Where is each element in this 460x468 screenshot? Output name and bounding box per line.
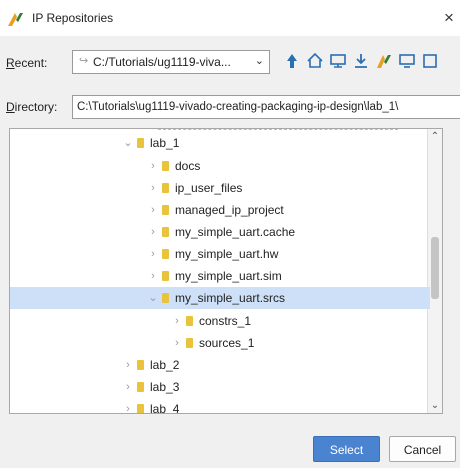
cancel-button[interactable]: Cancel — [389, 436, 456, 462]
directory-tree[interactable]: ⌃ ⌄ ⌄ lab_1 › docs › ip_user_files › managed_ip… — [9, 128, 443, 414]
tree-row-label: my_simple_uart.sim — [175, 269, 282, 283]
chevron-right-icon[interactable]: › — [148, 225, 158, 239]
tree-row-label: my_simple_uart.cache — [175, 225, 296, 239]
folder-icon — [162, 205, 169, 215]
chevron-down-icon[interactable]: ⌄ — [255, 54, 264, 67]
title-bar: IP Repositories × — [0, 0, 460, 36]
tree-row[interactable]: › managed_ip_project — [10, 199, 430, 221]
chevron-right-icon[interactable]: › — [148, 269, 158, 283]
folder-icon — [137, 360, 144, 370]
scroll-up-icon[interactable]: ⌃ — [428, 131, 442, 142]
tree-row-label: constrs_1 — [199, 314, 252, 328]
directory-value: C:\Tutorials\ug1119-vivado-creating-pack… — [77, 101, 399, 113]
tree-row[interactable]: › sources_1 — [10, 332, 430, 354]
new-folder-icon[interactable] — [420, 51, 440, 71]
tree-row[interactable]: ⌄ lab_1 — [10, 132, 430, 154]
close-icon: × — [444, 8, 454, 27]
ip-repositories-dialog: IP Repositories × Recent: ↪ C:/Tutorials… — [0, 0, 460, 468]
recent-value: C:/Tutorials/ug1119-viva... — [93, 55, 231, 69]
tree-row-label: lab_2 — [150, 358, 180, 372]
directory-label: Directory: — [6, 100, 57, 114]
folder-icon — [162, 249, 169, 259]
select-button[interactable]: Select — [313, 436, 380, 462]
tree-row-label: docs — [175, 159, 201, 173]
dialog-title: IP Repositories — [32, 11, 114, 25]
chevron-right-icon[interactable]: › — [148, 203, 158, 217]
folder-icon — [162, 183, 169, 193]
tree-row[interactable]: › my_simple_uart.hw — [10, 243, 430, 265]
scroll-down-icon[interactable]: ⌄ — [428, 400, 442, 411]
tree-row[interactable]: › my_simple_uart.cache — [10, 221, 430, 243]
chevron-right-icon[interactable]: › — [148, 181, 158, 195]
chevron-right-icon[interactable]: › — [148, 247, 158, 261]
chevron-right-icon[interactable]: › — [148, 159, 158, 173]
tree-row[interactable]: › lab_2 — [10, 354, 430, 376]
chevron-down-icon[interactable]: ⌄ — [148, 291, 158, 305]
folder-icon — [162, 271, 169, 281]
directory-input[interactable]: C:\Tutorials\ug1119-vivado-creating-pack… — [72, 95, 460, 119]
tree-row-label: lab_4 — [150, 402, 180, 414]
vivado-icon — [8, 13, 23, 26]
tree-row-label: sources_1 — [199, 336, 255, 350]
chevron-right-icon[interactable]: › — [123, 402, 133, 413]
tree-row-label: lab_3 — [150, 380, 180, 394]
chevron-right-icon[interactable]: › — [172, 336, 182, 350]
vivado-project-icon[interactable] — [374, 51, 394, 71]
folder-icon — [186, 316, 193, 326]
tree-row[interactable]: › lab_3 — [10, 376, 430, 398]
recent-directory-icon: ↪ — [79, 55, 89, 67]
tree-row-label: lab_1 — [150, 136, 180, 150]
up-arrow-icon[interactable] — [282, 51, 302, 71]
scrollbar-thumb[interactable] — [431, 237, 439, 299]
chevron-down-icon[interactable]: ⌄ — [123, 136, 133, 150]
recent-combobox[interactable]: ↪ C:/Tutorials/ug1119-viva... ⌄ — [72, 50, 270, 74]
monitor-icon[interactable] — [397, 51, 417, 71]
folder-icon — [137, 138, 144, 148]
tree-row[interactable]: › constrs_1 — [10, 310, 430, 332]
tree-row[interactable]: › docs — [10, 155, 430, 177]
tree-row[interactable]: › my_simple_uart.sim — [10, 265, 430, 287]
directory-label-rest: irectory: — [14, 100, 58, 114]
folder-icon — [186, 338, 193, 348]
folder-icon — [137, 382, 144, 392]
chevron-right-icon[interactable]: › — [123, 380, 133, 394]
tree-row-label: my_simple_uart.srcs — [175, 291, 286, 305]
tree-row[interactable]: › lab_4 — [10, 398, 430, 414]
tree-row-label: ip_user_files — [175, 181, 243, 195]
recent-label: Recent: — [6, 56, 47, 70]
tree-row[interactable]: ⌄ my_simple_uart.srcs — [10, 287, 430, 309]
chevron-right-icon[interactable]: › — [123, 358, 133, 372]
folder-icon — [162, 227, 169, 237]
folder-icon — [162, 161, 169, 171]
download-icon[interactable] — [351, 51, 371, 71]
desktop-icon[interactable] — [328, 51, 348, 71]
directory-mnemonic: D — [6, 100, 15, 114]
folder-icon — [137, 404, 144, 413]
chevron-right-icon[interactable]: › — [172, 314, 182, 328]
tree-row-label: my_simple_uart.hw — [175, 247, 279, 261]
recent-label-rest: ecent: — [14, 56, 48, 70]
home-icon[interactable] — [305, 51, 325, 71]
recent-mnemonic: R — [6, 56, 15, 70]
folder-icon — [162, 293, 169, 303]
close-button[interactable]: × — [438, 6, 460, 30]
tree-row-label: managed_ip_project — [175, 203, 284, 217]
tree-row[interactable]: › ip_user_files — [10, 177, 430, 199]
